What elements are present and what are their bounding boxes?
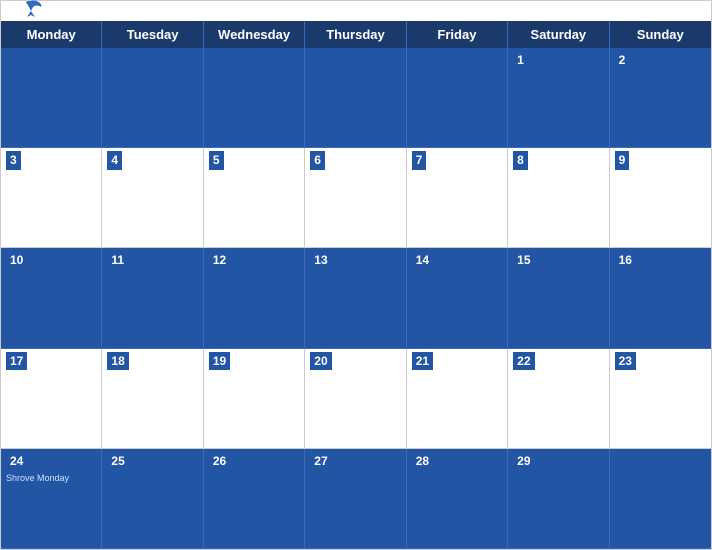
day-number: 28 <box>412 452 433 471</box>
day-number: 12 <box>209 251 230 270</box>
day-number: 9 <box>615 151 630 170</box>
day-header-friday: Friday <box>407 21 508 48</box>
day-cell <box>204 48 305 148</box>
day-cell: 29 <box>508 449 609 549</box>
day-cell: 22 <box>508 349 609 449</box>
day-number: 19 <box>209 352 230 371</box>
holiday-label: Shrove Monday <box>6 473 96 483</box>
day-cell <box>1 48 102 148</box>
day-number: 18 <box>107 352 128 371</box>
calendar: MondayTuesdayWednesdayThursdayFridaySatu… <box>0 0 712 550</box>
day-cell: 28 <box>407 449 508 549</box>
day-cell: 18 <box>102 349 203 449</box>
day-header-saturday: Saturday <box>508 21 609 48</box>
day-header-monday: Monday <box>1 21 102 48</box>
day-number: 8 <box>513 151 528 170</box>
day-cell: 24 Shrove Monday <box>1 449 102 549</box>
day-cell: 19 <box>204 349 305 449</box>
day-header-wednesday: Wednesday <box>204 21 305 48</box>
day-cell: 15 <box>508 248 609 348</box>
day-number: 6 <box>310 151 325 170</box>
day-cell: 20 <box>305 349 406 449</box>
logo <box>17 0 45 25</box>
calendar-grid: 123456789101112131415161718192021222324S… <box>1 48 711 549</box>
day-header-sunday: Sunday <box>610 21 711 48</box>
day-cell <box>610 449 711 549</box>
day-cell <box>305 48 406 148</box>
day-cell: 16 <box>610 248 711 348</box>
day-cell: 25 <box>102 449 203 549</box>
day-cell: 12 <box>204 248 305 348</box>
day-number: 29 <box>513 452 534 471</box>
day-number: 21 <box>412 352 433 371</box>
day-header-thursday: Thursday <box>305 21 406 48</box>
day-number: 24 <box>6 452 27 471</box>
day-cell: 23 <box>610 349 711 449</box>
day-number: 20 <box>310 352 331 371</box>
day-cell: 13 <box>305 248 406 348</box>
day-number: 4 <box>107 151 122 170</box>
day-number: 22 <box>513 352 534 371</box>
day-cell: 11 <box>102 248 203 348</box>
day-number: 10 <box>6 251 27 270</box>
day-cell: 4 <box>102 148 203 248</box>
day-cell: 7 <box>407 148 508 248</box>
day-number: 5 <box>209 151 224 170</box>
day-number: 25 <box>107 452 128 471</box>
day-cell: 3 <box>1 148 102 248</box>
day-cell <box>407 48 508 148</box>
day-cell: 2 <box>610 48 711 148</box>
day-cell: 26 <box>204 449 305 549</box>
day-cell: 27 <box>305 449 406 549</box>
day-cell: 1 <box>508 48 609 148</box>
day-number: 15 <box>513 251 534 270</box>
day-cell: 9 <box>610 148 711 248</box>
day-cell: 8 <box>508 148 609 248</box>
day-number: 2 <box>615 51 630 70</box>
logo-bird-icon <box>17 0 45 25</box>
day-number: 14 <box>412 251 433 270</box>
day-number: 27 <box>310 452 331 471</box>
day-cell: 21 <box>407 349 508 449</box>
day-cell: 5 <box>204 148 305 248</box>
day-cell: 17 <box>1 349 102 449</box>
day-number: 26 <box>209 452 230 471</box>
days-header: MondayTuesdayWednesdayThursdayFridaySatu… <box>1 21 711 48</box>
day-number: 16 <box>615 251 636 270</box>
day-number: 1 <box>513 51 528 70</box>
day-number: 23 <box>615 352 636 371</box>
day-number: 3 <box>6 151 21 170</box>
calendar-header <box>1 1 711 21</box>
day-cell: 6 <box>305 148 406 248</box>
day-number: 7 <box>412 151 427 170</box>
day-cell: 10 <box>1 248 102 348</box>
day-cell <box>102 48 203 148</box>
day-number: 17 <box>6 352 27 371</box>
day-number: 13 <box>310 251 331 270</box>
day-number: 11 <box>107 251 128 270</box>
day-header-tuesday: Tuesday <box>102 21 203 48</box>
day-cell: 14 <box>407 248 508 348</box>
